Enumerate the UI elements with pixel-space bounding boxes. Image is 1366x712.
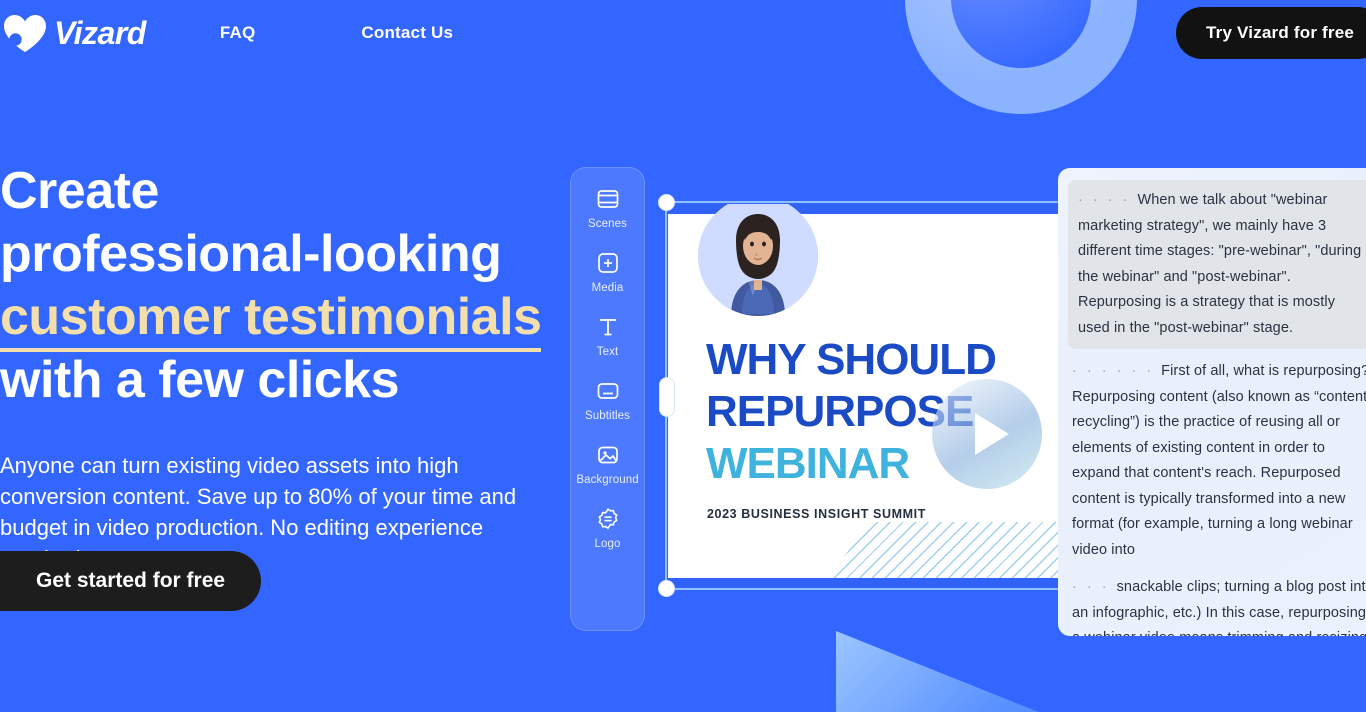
transcript-text: When we talk about "webinar marketing st… — [1078, 192, 1362, 336]
headline-line-1: Create — [0, 162, 159, 220]
site-header: Vizard FAQ Contact Us Try Vizard for fre… — [0, 0, 1366, 66]
slide-bottom-bar — [668, 578, 1108, 587]
transcript-dots: · · · — [1072, 579, 1117, 595]
headline-line-4: with a few clicks — [0, 351, 400, 409]
nav-item-faq[interactable]: FAQ — [220, 23, 256, 43]
hero-section: Create professional-looking customer tes… — [0, 160, 600, 611]
page-title: Create professional-looking customer tes… — [0, 160, 600, 412]
transcript-panel[interactable]: · · · · When we talk about "webinar mark… — [1058, 168, 1366, 636]
brand-logo[interactable]: Vizard — [0, 13, 146, 53]
slide-title-line-1: WHY SHOULD — [706, 335, 997, 384]
video-canvas[interactable]: WHY SHOULD REPURPOSE WEBINAR 2023 BUSINE… — [668, 204, 1108, 587]
headline-line-2: professional-looking — [0, 225, 502, 283]
try-vizard-button[interactable]: Try Vizard for free — [1176, 7, 1366, 59]
play-button[interactable] — [932, 379, 1042, 489]
transcript-text: snackable clips; turning a blog post int… — [1072, 579, 1366, 636]
avatar — [698, 204, 818, 316]
main-nav: FAQ Contact Us — [220, 23, 453, 43]
transcript-dots: · · · · · · — [1072, 363, 1162, 379]
headline-accent: customer testimonials — [0, 288, 542, 352]
heart-mask-icon — [2, 13, 48, 53]
nav-item-contact-us[interactable]: Contact Us — [361, 23, 453, 43]
slide-title-line-3: WEBINAR — [706, 439, 910, 488]
get-started-button[interactable]: Get started for free — [0, 551, 262, 611]
play-icon — [975, 413, 1009, 455]
slide-subtitle: 2023 BUSINESS INSIGHT SUMMIT — [707, 507, 926, 521]
transcript-paragraph[interactable]: · · · · · · First of all, what is repurp… — [1072, 359, 1366, 563]
transcript-text: First of all, what is repurposing? Repur… — [1072, 363, 1366, 558]
transcript-paragraph[interactable]: · · · · When we talk about "webinar mark… — [1068, 180, 1366, 349]
transcript-dots: · · · · — [1078, 192, 1138, 208]
triangle-shape-decoration — [836, 631, 1136, 712]
brand-name: Vizard — [54, 14, 146, 51]
transcript-paragraph[interactable]: · · · snackable clips; turning a blog po… — [1072, 575, 1366, 636]
